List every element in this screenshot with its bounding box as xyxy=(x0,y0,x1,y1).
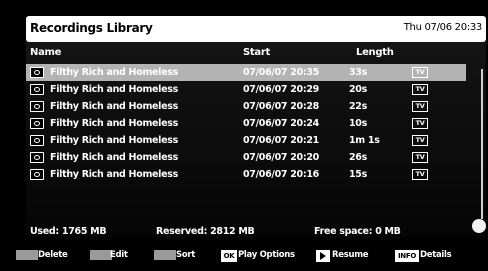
play-icon xyxy=(316,250,330,262)
info-key-icon: INFO xyxy=(395,250,419,262)
reserved-space: Reserved: 2812 MB xyxy=(156,226,255,237)
recording-row[interactable]: Filthy Rich and Homeless 07/06/07 20:28 … xyxy=(26,98,466,115)
tv-icon: TV xyxy=(412,67,428,78)
recording-name: Filthy Rich and Homeless xyxy=(50,152,178,163)
recording-length: 33s xyxy=(349,67,367,78)
column-header-start: Start xyxy=(243,47,270,58)
recording-row[interactable]: Filthy Rich and Homeless 07/06/07 20:24 … xyxy=(26,115,466,132)
recording-start: 07/06/07 20:20 xyxy=(243,152,319,163)
recording-row[interactable]: Filthy Rich and Homeless 07/06/07 20:35 … xyxy=(26,64,466,81)
recording-row[interactable]: Filthy Rich and Homeless 07/06/07 20:21 … xyxy=(26,132,466,149)
recording-name: Filthy Rich and Homeless xyxy=(50,169,178,180)
recording-length: 1m 1s xyxy=(349,135,380,146)
recording-start: 07/06/07 20:24 xyxy=(243,118,319,129)
sort-label: Sort xyxy=(176,250,196,260)
record-icon xyxy=(30,101,44,112)
recording-start: 07/06/07 20:35 xyxy=(243,67,319,78)
delete-label: Delete xyxy=(38,250,68,260)
scrollbar-track[interactable] xyxy=(481,69,483,219)
recording-row[interactable]: Filthy Rich and Homeless 07/06/07 20:20 … xyxy=(26,149,466,166)
record-icon xyxy=(30,135,44,146)
record-icon xyxy=(30,67,44,78)
column-header-length: Length xyxy=(356,47,394,58)
recording-length: 22s xyxy=(349,101,367,112)
tv-icon: TV xyxy=(412,135,428,146)
column-header-name: Name xyxy=(30,47,62,58)
color-key-icon xyxy=(16,250,38,260)
record-icon xyxy=(30,118,44,129)
record-icon xyxy=(30,169,44,180)
footer-key-bar: Delete Edit Sort OK Play Options Resume … xyxy=(2,248,488,264)
recording-start: 07/06/07 20:16 xyxy=(243,169,319,180)
recording-name: Filthy Rich and Homeless xyxy=(50,101,178,112)
used-space: Used: 1765 MB xyxy=(30,226,107,237)
recording-name: Filthy Rich and Homeless xyxy=(50,118,178,129)
free-space: Free space: 0 MB xyxy=(314,226,401,237)
recording-name: Filthy Rich and Homeless xyxy=(50,67,178,78)
tv-icon: TV xyxy=(412,101,428,112)
recording-name: Filthy Rich and Homeless xyxy=(50,84,178,95)
scrollbar-thumb[interactable] xyxy=(472,219,486,233)
recordings-library-screen: Recordings Library Thu 07/06 20:33 Name … xyxy=(2,2,486,269)
recording-length: 26s xyxy=(349,152,367,163)
ok-key-icon: OK xyxy=(221,250,237,262)
recordings-list: Filthy Rich and Homeless 07/06/07 20:35 … xyxy=(26,64,466,183)
recording-start: 07/06/07 20:29 xyxy=(243,84,319,95)
recording-row[interactable]: Filthy Rich and Homeless 07/06/07 20:16 … xyxy=(26,166,466,183)
recording-start: 07/06/07 20:28 xyxy=(243,101,319,112)
recording-name: Filthy Rich and Homeless xyxy=(50,135,178,146)
tv-icon: TV xyxy=(412,169,428,180)
tv-icon: TV xyxy=(412,84,428,95)
recording-length: 15s xyxy=(349,169,367,180)
edit-label: Edit xyxy=(110,250,128,260)
tv-icon: TV xyxy=(412,152,428,163)
clock: Thu 07/06 20:33 xyxy=(403,22,483,33)
record-icon xyxy=(30,152,44,163)
resume-label: Resume xyxy=(332,250,369,260)
details-label: Details xyxy=(420,250,452,260)
recording-start: 07/06/07 20:21 xyxy=(243,135,319,146)
tv-icon: TV xyxy=(412,118,428,129)
record-icon xyxy=(30,84,44,95)
play-options-label: Play Options xyxy=(238,250,295,260)
color-key-icon xyxy=(90,250,112,260)
recordings-panel: Name Start Length Filthy Rich and Homele… xyxy=(26,42,486,237)
recording-row[interactable]: Filthy Rich and Homeless 07/06/07 20:29 … xyxy=(26,81,466,98)
color-key-icon xyxy=(154,250,176,260)
recording-length: 10s xyxy=(349,118,367,129)
page-title: Recordings Library xyxy=(30,21,153,35)
title-bar: Recordings Library Thu 07/06 20:33 xyxy=(26,16,486,42)
recording-length: 20s xyxy=(349,84,367,95)
